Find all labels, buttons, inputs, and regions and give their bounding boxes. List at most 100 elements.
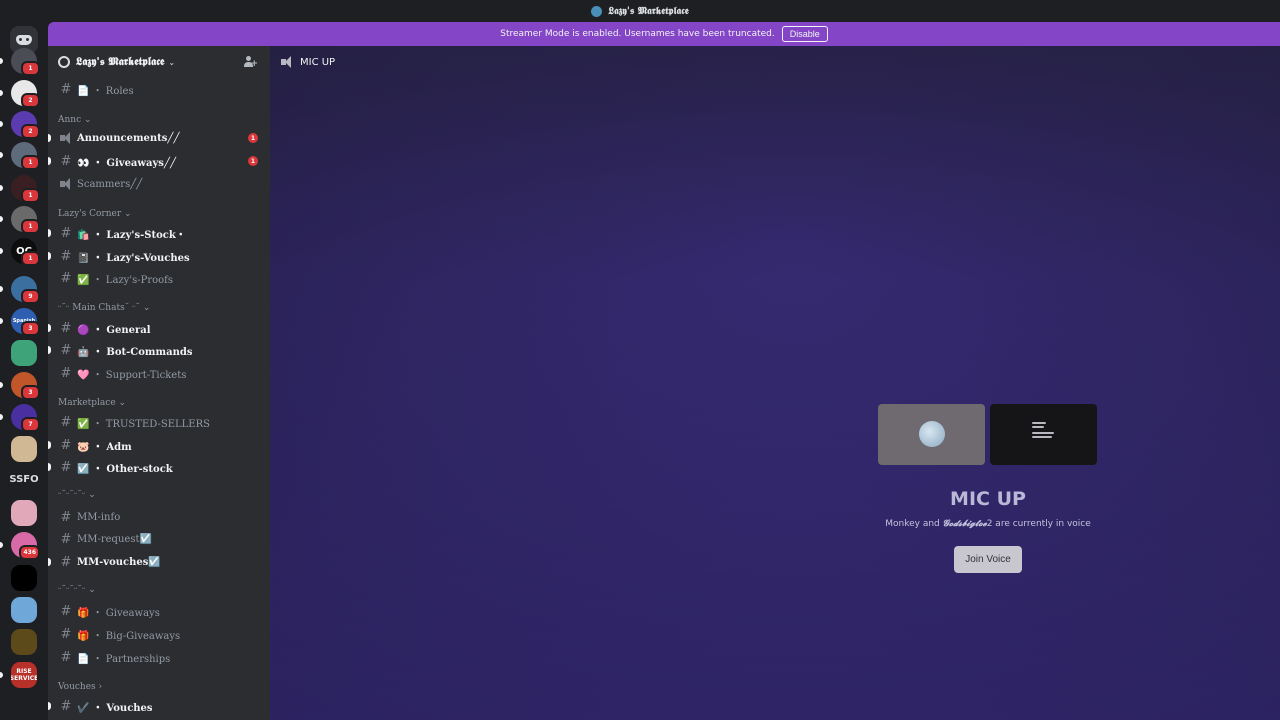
unread-indicator (48, 441, 51, 449)
channel-bot-commands[interactable]: # 🤖 ・ Bot-Commands (48, 340, 270, 360)
category-main-chats[interactable]: ᵕ˘ᵕ Main Chats˘ ᵕ˘ ⌄ (58, 303, 150, 313)
channel-announcements[interactable]: Announcements╱╱ 1 (48, 128, 270, 148)
unread-indicator (0, 121, 3, 127)
channel-label: 🩷 ・ Support-Tickets (77, 369, 187, 381)
channel-label: ✅ ・ TRUSTED-SELLERS (77, 418, 210, 430)
hash-icon: # (60, 554, 72, 570)
server-avatar (11, 629, 37, 655)
server-icon[interactable]: 3 (0, 372, 40, 400)
avatar (919, 421, 945, 447)
category-lazys-corner[interactable]: Lazy's Corner ⌄ (58, 209, 132, 219)
hash-icon: # (60, 649, 72, 665)
unread-indicator (0, 90, 3, 96)
unread-indicator (48, 558, 51, 566)
server-icon[interactable] (11, 500, 37, 526)
server-icon[interactable]: 2 (0, 80, 40, 108)
server-icon[interactable]: 7 (0, 404, 40, 432)
unread-indicator (0, 58, 3, 64)
channel-label: 📄 ・ Roles (77, 85, 134, 97)
server-icon[interactable]: 1 (0, 48, 40, 76)
server-icon[interactable] (11, 629, 37, 655)
server-icon[interactable]: Spanish3 (0, 308, 40, 336)
server-rail: 1 2 2 1 1 1 OC1 9 Spanish3 3 7 SSFO 436 RISE SERVICE (0, 22, 48, 720)
announcement-icon (59, 132, 73, 144)
channel-mm-info[interactable]: # MM-info (48, 507, 270, 527)
channel-label: ☑️ ・ Other-stock (77, 463, 173, 475)
speaker-icon (280, 56, 294, 68)
category-separator[interactable]: ᵕ˘ᵕ˘ᵕ˘ᵕ ⌄ (58, 585, 96, 595)
unread-indicator (0, 286, 3, 292)
server-icon[interactable]: 1 (0, 175, 40, 203)
channel-big-giveaways[interactable]: # 🎁 ・ Big-Giveaways (48, 624, 270, 644)
server-icon[interactable]: 1 (0, 142, 40, 170)
server-icon[interactable]: RISE SERVICE (0, 662, 37, 688)
channel-label: 🎁 ・ Big-Giveaways (77, 630, 181, 642)
channel-label: Scammers╱╱ (77, 178, 143, 190)
channel-mm-request[interactable]: # MM-request☑️ (48, 529, 270, 549)
hash-icon: # (60, 248, 72, 264)
channel-adm[interactable]: # 🐷 ・ Adm (48, 435, 270, 455)
server-icon[interactable]: SSFO (4, 474, 44, 485)
category-vouches[interactable]: Vouches › (58, 682, 102, 692)
hash-icon: # (60, 153, 72, 169)
participant-tile[interactable] (990, 404, 1097, 465)
mention-badge: 2 (21, 93, 40, 108)
unread-indicator (48, 157, 51, 165)
server-icon[interactable]: OC1 (0, 238, 40, 266)
server-icon[interactable] (11, 436, 37, 462)
channel-label: ✔️ ・ Vouches (77, 702, 153, 714)
join-voice-button[interactable]: Join Voice (954, 546, 1022, 573)
server-icon[interactable] (11, 565, 37, 591)
server-icon[interactable]: 436 (0, 532, 40, 560)
guild-icon (58, 56, 70, 68)
mention-badge: 3 (21, 385, 40, 400)
category-separator[interactable]: ᵕ˘ᵕ˘ᵕ˘ᵕ ⌄ (58, 490, 96, 500)
channel-label: 👀 ・ Giveaways╱╱ (77, 157, 176, 169)
unread-indicator (0, 382, 3, 388)
guild-name: 𝕷𝖆𝖟𝖞'𝖘 𝕸𝖆𝖗𝖐𝖊𝖙𝖕𝖑𝖆𝖈𝖊 (76, 55, 165, 68)
channel-roles[interactable]: # 📄 ・ Roles (48, 79, 270, 99)
channel-general[interactable]: # 🟣 ・ General (48, 318, 270, 338)
unread-indicator (48, 229, 51, 237)
channel-sidebar: 𝕷𝖆𝖟𝖞'𝖘 𝕸𝖆𝖗𝖐𝖊𝖙𝖕𝖑𝖆𝖈𝖊 ⌄ + # 📄 ・ Roles Annc … (48, 46, 270, 720)
channel-label: 🛍️ ・ Lazy's-Stock・ (77, 229, 186, 241)
server-icon[interactable] (11, 597, 37, 623)
channel-partnerships[interactable]: # 📄 ・ Partnerships (48, 647, 270, 667)
announcement-icon (59, 178, 73, 190)
participant-preview (1032, 422, 1056, 446)
category-marketplace[interactable]: Marketplace ⌄ (58, 398, 126, 408)
channel-lazys-vouches[interactable]: # 📓 ・ Lazy's-Vouches (48, 246, 270, 266)
channel-label: ✅ ・ Lazy's-Proofs (77, 274, 173, 286)
channel-title: MIC UP (300, 56, 336, 68)
server-avatar: RISE SERVICE (11, 662, 37, 688)
channel-other-stock[interactable]: # ☑️ ・ Other-stock (48, 457, 270, 477)
channel-support-tickets[interactable]: # 🩷 ・ Support-Tickets (48, 363, 270, 383)
unread-indicator (48, 252, 51, 260)
category-annc[interactable]: Annc ⌄ (58, 115, 92, 125)
hash-icon: # (60, 320, 72, 336)
invite-people-icon[interactable]: + (244, 56, 258, 69)
disable-streamer-mode-button[interactable]: Disable (781, 26, 828, 42)
channel-trusted-sellers[interactable]: # ✅ ・ TRUSTED-SELLERS (48, 412, 270, 432)
channel-vouches[interactable]: # ✔️ ・ Vouches (48, 696, 270, 716)
unread-indicator (0, 672, 3, 678)
unread-indicator (48, 324, 51, 332)
channel-label: Announcements╱╱ (77, 132, 180, 144)
channel-scammers[interactable]: Scammers╱╱ (48, 174, 270, 194)
hash-icon: # (60, 225, 72, 241)
unread-indicator (48, 702, 51, 710)
server-icon[interactable]: 2 (0, 111, 40, 139)
server-icon[interactable]: 1 (0, 206, 40, 234)
unread-indicator (48, 463, 51, 471)
channel-lazys-proofs[interactable]: # ✅ ・ Lazy's-Proofs (48, 268, 270, 288)
server-icon[interactable]: 9 (0, 276, 40, 304)
participant-tile[interactable] (878, 404, 985, 465)
channel-lazys-stock[interactable]: # 🛍️ ・ Lazy's-Stock・ (48, 223, 270, 243)
channel-giveaways-annc[interactable]: # 👀 ・ Giveaways╱╱ 1 (48, 151, 270, 171)
channel-giveaways[interactable]: # 🎁 ・ Giveaways (48, 601, 270, 621)
mention-badge: 1 (248, 133, 258, 143)
guild-header[interactable]: 𝕷𝖆𝖟𝖞'𝖘 𝕸𝖆𝖗𝖐𝖊𝖙𝖕𝖑𝖆𝖈𝖊 ⌄ + (48, 46, 270, 78)
mention-badge: 436 (19, 545, 40, 560)
channel-mm-vouches[interactable]: # MM-vouches☑️ (48, 552, 270, 572)
server-icon[interactable] (11, 340, 37, 366)
